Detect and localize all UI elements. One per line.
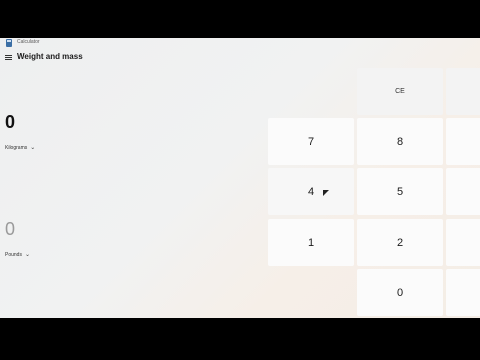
key-0[interactable]: 0 <box>357 269 443 316</box>
key-8[interactable]: 8 <box>357 118 443 165</box>
key-5[interactable]: 5 <box>357 168 443 215</box>
title-bar: Calculator <box>0 38 480 50</box>
to-unit-label: Pounds <box>5 252 22 258</box>
calculator-window: Calculator Weight and mass 0 Kilograms ⌄ … <box>0 38 480 318</box>
output-value: 0 <box>5 219 16 239</box>
app-title: Calculator <box>17 39 40 45</box>
backspace-button[interactable] <box>446 68 480 115</box>
mode-title: Weight and mass <box>17 52 83 61</box>
key-3[interactable] <box>446 219 480 266</box>
key-7[interactable]: 7 <box>268 118 354 165</box>
chevron-down-icon: ⌄ <box>24 252 30 258</box>
chevron-down-icon: ⌄ <box>30 145 36 151</box>
input-value[interactable]: 0 <box>5 112 15 133</box>
from-unit-dropdown[interactable]: Kilograms ⌄ <box>5 144 35 151</box>
key-9[interactable] <box>446 118 480 165</box>
key-6[interactable] <box>446 168 480 215</box>
key-4[interactable]: 4 <box>268 168 354 215</box>
hamburger-menu-icon[interactable] <box>5 55 12 61</box>
key-1[interactable]: 1 <box>268 219 354 266</box>
key-2[interactable]: 2 <box>357 219 443 266</box>
from-unit-label: Kilograms <box>5 145 28 151</box>
calculator-icon <box>6 39 12 47</box>
to-unit-dropdown[interactable]: Pounds ⌄ <box>5 251 30 258</box>
clear-entry-button[interactable]: CE <box>357 68 443 115</box>
mouse-pointer-icon <box>323 190 329 196</box>
decimal-button[interactable] <box>446 269 480 316</box>
